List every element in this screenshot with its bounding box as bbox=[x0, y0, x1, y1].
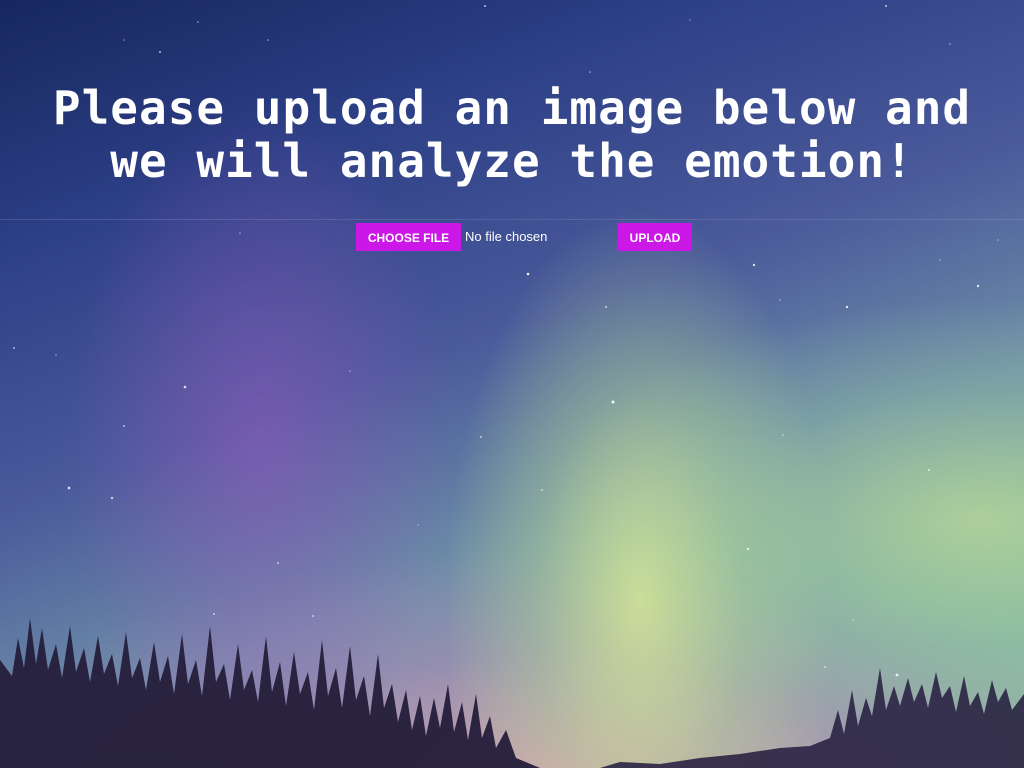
page-title: Please upload an image below and we will… bbox=[52, 81, 972, 188]
file-status-text: No file chosen bbox=[465, 229, 548, 244]
header-divider bbox=[0, 219, 1024, 220]
forest-silhouette bbox=[0, 618, 1024, 768]
choose-file-button[interactable]: Choose File bbox=[356, 223, 461, 251]
page-background: { "heading": "Please upload an image bel… bbox=[0, 0, 1024, 768]
main-content: Please upload an image below and we will… bbox=[0, 0, 1024, 220]
upload-form: Choose File No file chosen Upload bbox=[356, 223, 696, 252]
upload-button[interactable]: Upload bbox=[618, 223, 692, 251]
